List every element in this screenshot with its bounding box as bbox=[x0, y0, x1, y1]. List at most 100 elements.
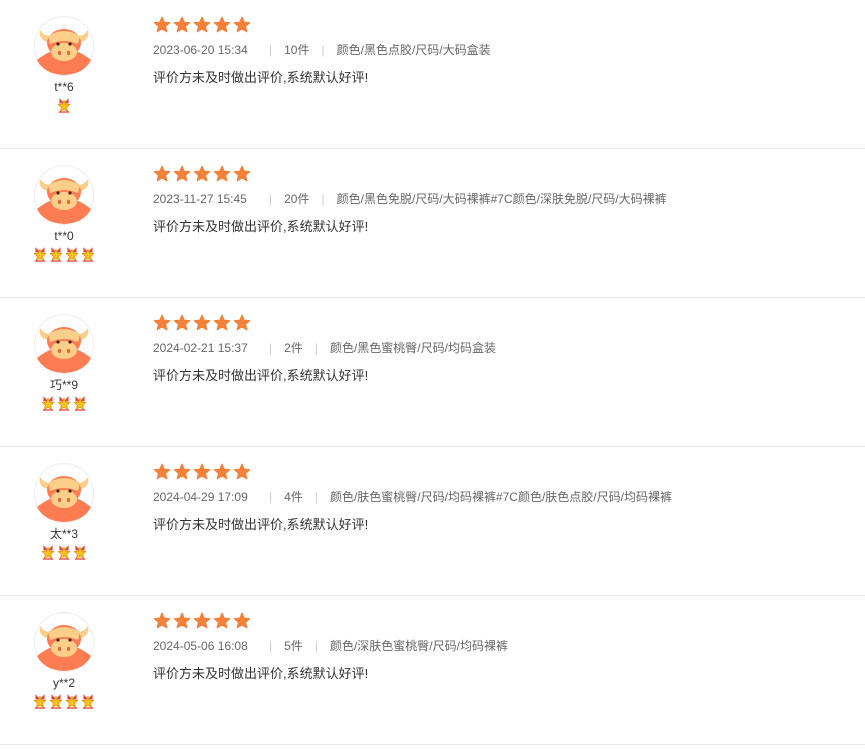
level-star-icon bbox=[57, 396, 71, 411]
review-text: 评价方未及时做出评价,系统默认好评! bbox=[153, 70, 369, 85]
buyer-level bbox=[28, 246, 100, 264]
level-star-icon bbox=[65, 694, 79, 709]
bull-avatar-icon bbox=[34, 16, 94, 76]
level-star-icon bbox=[57, 545, 71, 560]
review-item: 太**3 2024-04-29 17:09 | 4件 | 颜色/肤色蜜桃臀/尺码… bbox=[0, 447, 865, 596]
level-star-icon bbox=[41, 545, 55, 560]
divider: | bbox=[314, 639, 318, 653]
level-star-icon bbox=[57, 98, 71, 113]
purchase-quantity: 4件 bbox=[284, 490, 303, 504]
rating-stars bbox=[153, 612, 855, 632]
review-content: 2024-05-06 16:08 | 5件 | 颜色/深肤色蜜桃臀/尺码/均码裸… bbox=[153, 612, 855, 682]
review-text: 评价方未及时做出评价,系统默认好评! bbox=[153, 517, 369, 532]
purchase-quantity: 2件 bbox=[284, 341, 303, 355]
review-item: t**0 2023-11-27 15:45 | 20件 | 颜色/黑色免脱/尺码… bbox=[0, 149, 865, 298]
divider: | bbox=[269, 192, 273, 206]
level-star-icon bbox=[81, 694, 95, 709]
level-star-icon bbox=[49, 247, 63, 262]
reviewer-info: 太**3 bbox=[28, 463, 100, 562]
product-spec: 颜色/深肤色蜜桃臀/尺码/均码裸裤 bbox=[329, 639, 508, 653]
divider: | bbox=[269, 43, 273, 57]
product-spec: 颜色/黑色免脱/尺码/大码裸裤#7C颜色/深肤免脱/尺码/大码裸裤 bbox=[336, 192, 667, 206]
review-date: 2023-06-20 15:34 bbox=[153, 43, 248, 57]
star-icon bbox=[153, 314, 171, 331]
star-icon bbox=[213, 612, 231, 629]
rating-stars bbox=[153, 165, 855, 185]
buyer-level bbox=[28, 97, 100, 115]
star-icon bbox=[193, 16, 211, 33]
review-list: t**6 2023-06-20 15:34 | 10件 | 颜色/黑色点胶/尺码… bbox=[0, 0, 865, 745]
level-star-icon bbox=[41, 396, 55, 411]
star-icon bbox=[213, 463, 231, 480]
rating-stars bbox=[153, 16, 855, 36]
reviewer-info: y**2 bbox=[28, 612, 100, 711]
star-icon bbox=[233, 314, 251, 331]
star-icon bbox=[213, 314, 231, 331]
star-icon bbox=[193, 165, 211, 182]
review-content: 2024-02-21 15:37 | 2件 | 颜色/黑色蜜桃臀/尺码/均码盒装… bbox=[153, 314, 855, 384]
star-icon bbox=[213, 165, 231, 182]
bull-avatar-icon bbox=[34, 612, 94, 672]
level-star-icon bbox=[73, 545, 87, 560]
review-content: 2023-06-20 15:34 | 10件 | 颜色/黑色点胶/尺码/大码盒装… bbox=[153, 16, 855, 86]
star-icon bbox=[153, 16, 171, 33]
star-icon bbox=[233, 463, 251, 480]
review-item: t**6 2023-06-20 15:34 | 10件 | 颜色/黑色点胶/尺码… bbox=[0, 0, 865, 149]
star-icon bbox=[173, 314, 191, 331]
level-star-icon bbox=[49, 694, 63, 709]
purchase-quantity: 5件 bbox=[284, 639, 303, 653]
username: 巧**9 bbox=[49, 378, 78, 392]
review-date: 2024-04-29 17:09 bbox=[153, 490, 248, 504]
buyer-level bbox=[28, 395, 100, 413]
product-spec: 颜色/黑色点胶/尺码/大码盒装 bbox=[336, 43, 491, 57]
divider: | bbox=[314, 490, 318, 504]
star-icon bbox=[193, 314, 211, 331]
review-meta: 2023-11-27 15:45 | 20件 | 颜色/黑色免脱/尺码/大码裸裤… bbox=[153, 191, 855, 207]
purchase-quantity: 10件 bbox=[284, 43, 310, 57]
username: 太**3 bbox=[49, 527, 78, 541]
divider: | bbox=[269, 341, 273, 355]
divider: | bbox=[269, 639, 273, 653]
divider: | bbox=[269, 490, 273, 504]
review-item: 巧**9 2024-02-21 15:37 | 2件 | 颜色/黑色蜜桃臀/尺码… bbox=[0, 298, 865, 447]
username: t**0 bbox=[54, 229, 74, 243]
reviewer-info: t**0 bbox=[28, 165, 100, 264]
product-spec: 颜色/黑色蜜桃臀/尺码/均码盒装 bbox=[329, 341, 496, 355]
star-icon bbox=[173, 165, 191, 182]
review-meta: 2023-06-20 15:34 | 10件 | 颜色/黑色点胶/尺码/大码盒装 bbox=[153, 42, 855, 58]
review-meta: 2024-04-29 17:09 | 4件 | 颜色/肤色蜜桃臀/尺码/均码裸裤… bbox=[153, 489, 855, 505]
review-item: y**2 2024-05-06 16:08 | 5件 | 颜色/深肤色蜜桃臀/尺… bbox=[0, 596, 865, 745]
review-meta: 2024-05-06 16:08 | 5件 | 颜色/深肤色蜜桃臀/尺码/均码裸… bbox=[153, 638, 855, 654]
star-icon bbox=[173, 463, 191, 480]
star-icon bbox=[173, 612, 191, 629]
review-content: 2024-04-29 17:09 | 4件 | 颜色/肤色蜜桃臀/尺码/均码裸裤… bbox=[153, 463, 855, 533]
username: t**6 bbox=[54, 80, 74, 94]
review-meta: 2024-02-21 15:37 | 2件 | 颜色/黑色蜜桃臀/尺码/均码盒装 bbox=[153, 340, 855, 356]
review-content: 2023-11-27 15:45 | 20件 | 颜色/黑色免脱/尺码/大码裸裤… bbox=[153, 165, 855, 235]
star-icon bbox=[233, 612, 251, 629]
review-date: 2023-11-27 15:45 bbox=[153, 192, 247, 206]
review-text: 评价方未及时做出评价,系统默认好评! bbox=[153, 219, 369, 234]
divider: | bbox=[321, 43, 325, 57]
star-icon bbox=[233, 165, 251, 182]
review-date: 2024-02-21 15:37 bbox=[153, 341, 248, 355]
level-star-icon bbox=[65, 247, 79, 262]
purchase-quantity: 20件 bbox=[284, 192, 310, 206]
review-text: 评价方未及时做出评价,系统默认好评! bbox=[153, 666, 369, 681]
star-icon bbox=[153, 612, 171, 629]
review-text: 评价方未及时做出评价,系统默认好评! bbox=[153, 368, 369, 383]
rating-stars bbox=[153, 463, 855, 483]
star-icon bbox=[213, 16, 231, 33]
divider: | bbox=[321, 192, 325, 206]
reviewer-info: t**6 bbox=[28, 16, 100, 115]
bull-avatar-icon bbox=[34, 165, 94, 225]
level-star-icon bbox=[81, 247, 95, 262]
bull-avatar-icon bbox=[34, 463, 94, 523]
star-icon bbox=[233, 16, 251, 33]
level-star-icon bbox=[33, 247, 47, 262]
rating-stars bbox=[153, 314, 855, 334]
reviewer-info: 巧**9 bbox=[28, 314, 100, 413]
star-icon bbox=[193, 463, 211, 480]
level-star-icon bbox=[33, 694, 47, 709]
level-star-icon bbox=[73, 396, 87, 411]
